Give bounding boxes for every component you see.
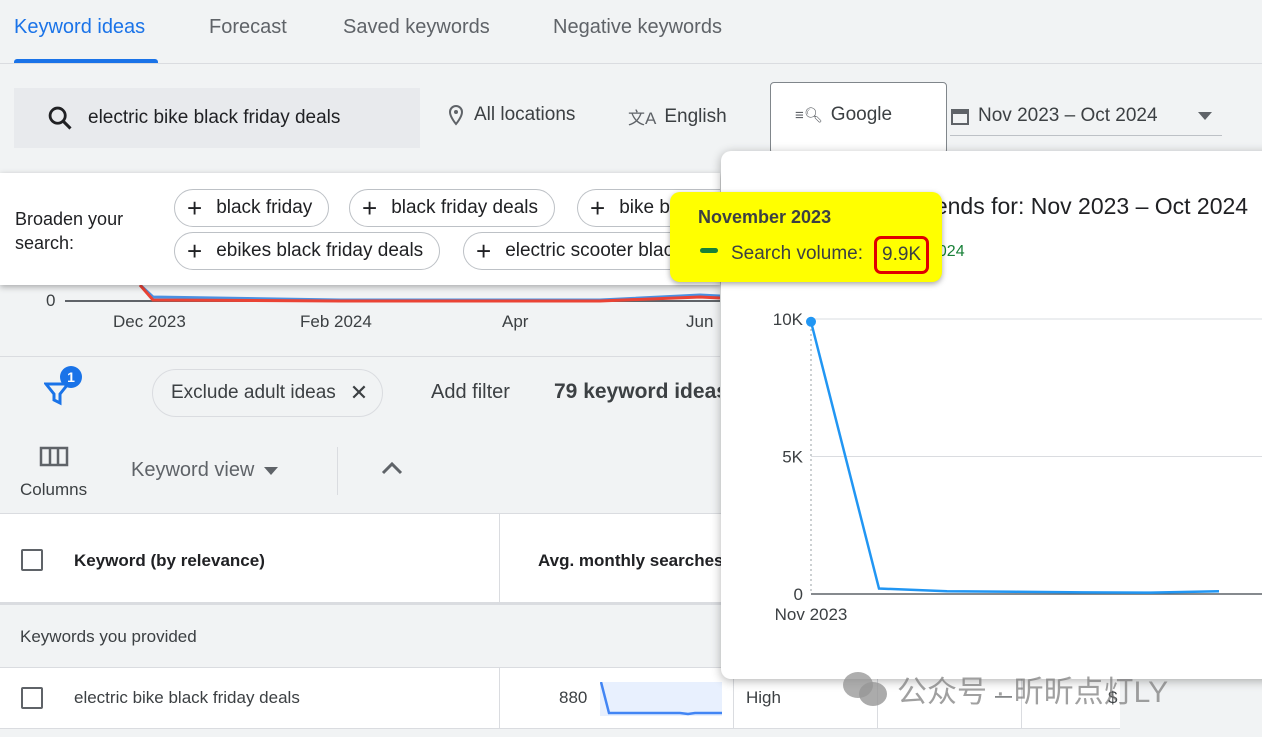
chart-tooltip: November 2023 Search volume: 9.9K <box>670 192 942 282</box>
translate-icon: 文A <box>628 109 657 128</box>
watermark: 公众号 · 昕昕点灯LY <box>843 667 1168 711</box>
broaden-chip[interactable]: + ebikes black friday deals <box>174 232 441 270</box>
dropdown-arrow-icon <box>264 467 279 482</box>
search-network-icon: ≡🔍︎ <box>795 107 823 124</box>
plus-icon: + <box>187 193 203 223</box>
y-tick-label: 10K <box>773 310 804 329</box>
columns-icon <box>39 446 68 467</box>
keyword-view-select[interactable]: Keyword view <box>131 459 279 482</box>
keyword-count: 79 keyword ideas available <box>554 380 720 403</box>
keyword-cell: electric bike black friday deals <box>74 688 300 707</box>
x-tick: Apr <box>502 312 529 331</box>
x-tick: Feb 2024 <box>300 312 372 331</box>
x-tick: Jun <box>686 312 714 331</box>
plus-icon: + <box>476 236 492 266</box>
collapse-chevron-icon[interactable] <box>380 460 404 476</box>
search-value: electric bike black friday deals <box>88 107 341 128</box>
x-tick: Dec 2023 <box>113 312 186 331</box>
row-checkbox[interactable] <box>21 687 43 709</box>
search-icon <box>48 106 72 130</box>
y-tick-label: 5K <box>782 448 803 467</box>
active-tab-indicator <box>14 59 158 63</box>
date-range-select[interactable]: Nov 2023 – Oct 2024 <box>950 104 1222 136</box>
tab-bar: Keyword ideas Forecast Saved keywords Ne… <box>0 0 1262 64</box>
broaden-chip[interactable]: + black friday <box>174 189 330 227</box>
header-keyword[interactable]: Keyword (by relevance) <box>74 551 265 571</box>
header-avg-searches[interactable]: Avg. monthly searches <box>538 551 724 571</box>
close-icon[interactable]: ✕ <box>350 380 368 406</box>
location-label: All locations <box>474 104 576 125</box>
tab-keyword-ideas[interactable]: Keyword ideas <box>14 16 145 39</box>
date-range-label: Nov 2023 – Oct 2024 <box>978 104 1158 126</box>
tab-negative-keywords[interactable]: Negative keywords <box>553 16 722 39</box>
bg-chart-lines <box>65 285 720 303</box>
tab-forecast[interactable]: Forecast <box>209 16 287 39</box>
tooltip-month: November 2023 <box>698 207 832 227</box>
tooltip-label: Search volume: <box>731 243 864 264</box>
add-filter-button[interactable]: Add filter <box>431 381 510 404</box>
plus-icon: + <box>187 236 203 266</box>
filter-count-badge: 1 <box>60 366 82 388</box>
group-label: Keywords you provided <box>20 627 197 646</box>
series-swatch-icon <box>700 248 718 253</box>
location-filter[interactable]: All locations <box>446 104 575 126</box>
network-label: Google <box>830 104 893 125</box>
columns-label: Columns <box>20 480 88 499</box>
language-label: English <box>664 105 727 127</box>
filter-button[interactable]: 1 <box>42 366 82 411</box>
calendar-icon <box>951 108 969 125</box>
data-point <box>806 316 816 327</box>
searches-cell: 880 <box>559 688 588 707</box>
plus-icon: + <box>590 193 606 223</box>
y-tick-label: 0 <box>794 585 803 604</box>
series-line <box>809 321 1220 594</box>
plus-icon: + <box>362 193 378 223</box>
wechat-icon <box>843 670 887 708</box>
divider <box>337 447 338 495</box>
dropdown-arrow-icon <box>1198 112 1212 127</box>
chip-label: Exclude adult ideas <box>171 382 336 403</box>
columns-button[interactable]: Columns <box>20 445 87 500</box>
tab-saved-keywords[interactable]: Saved keywords <box>343 16 490 39</box>
trend-chart: 0 5K 10K Nov 2023 <box>773 310 1262 624</box>
select-all-checkbox[interactable] <box>21 549 43 571</box>
broaden-chip[interactable]: + black friday deals <box>349 189 555 227</box>
x-tick-label: Nov 2023 <box>775 605 848 624</box>
tooltip-value-highlight: 9.9K <box>874 236 930 274</box>
sparkline[interactable] <box>600 682 722 716</box>
search-input[interactable]: electric bike black friday deals <box>14 88 420 148</box>
network-filter-content[interactable]: ≡🔍︎ Google <box>795 104 892 126</box>
broaden-label: Broaden your search: <box>15 209 124 253</box>
view-label: Keyword view <box>131 459 255 481</box>
location-pin-icon <box>448 104 464 126</box>
exclude-adult-chip[interactable]: Exclude adult ideas ✕ <box>152 369 384 417</box>
competition-cell: High <box>746 688 781 707</box>
language-filter[interactable]: 文A English <box>628 104 727 129</box>
broaden-search-panel: Broaden your search: + black friday + black… <box>0 173 720 285</box>
background-trend-chart: 0 Dec 2023 Feb 2024 Apr Jun <box>0 285 720 357</box>
